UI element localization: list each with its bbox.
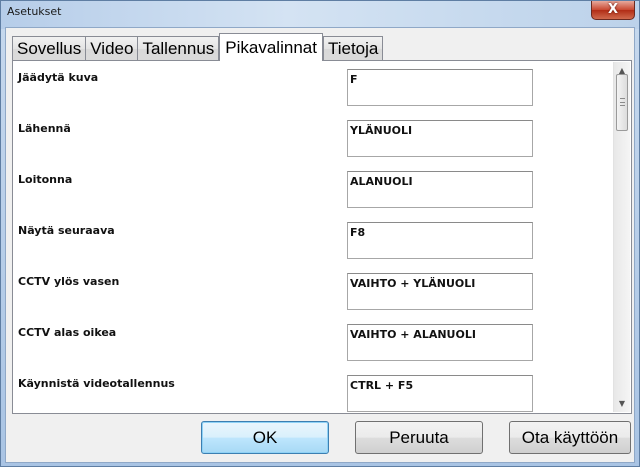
close-icon: X	[607, 2, 619, 17]
shortcut-input-cctv-down-right[interactable]: VAIHTO + ALANUOLI	[347, 324, 533, 361]
tab-tietoja[interactable]: Tietoja	[322, 36, 384, 61]
shortcut-input-start-recording[interactable]: CTRL + F5	[347, 375, 533, 412]
tab-tallennus[interactable]: Tallennus	[137, 36, 220, 61]
shortcut-row-cctv-down-right: CCTV alas oikea VAIHTO + ALANUOLI	[14, 317, 612, 368]
shortcut-input-zoom-out[interactable]: ALANUOLI	[347, 171, 533, 208]
shortcut-input-zoom-in[interactable]: YLÄNUOLI	[347, 120, 533, 157]
scrollbar-thumb[interactable]	[616, 74, 628, 131]
shortcut-label: CCTV alas oikea	[18, 326, 117, 339]
settings-dialog: Asetukset X Sovellus Video Tallennus Pik…	[0, 0, 640, 467]
shortcut-row-show-next: Näytä seuraava F8	[14, 215, 612, 266]
shortcut-row-cctv-up-left: CCTV ylös vasen VAIHTO + YLÄNUOLI	[14, 266, 612, 317]
shortcut-label: CCTV ylös vasen	[18, 275, 120, 288]
shortcut-label: Näytä seuraava	[18, 224, 115, 237]
tab-strip: Sovellus Video Tallennus Pikavalinnat Ti…	[12, 33, 384, 61]
tab-pikavalinnat[interactable]: Pikavalinnat	[219, 33, 323, 61]
shortcut-row-start-recording: Käynnistä videotallennus CTRL + F5	[14, 368, 612, 412]
cancel-button[interactable]: Peruuta	[355, 421, 483, 454]
shortcut-label: Jäädytä kuva	[18, 71, 99, 84]
shortcut-label: Loitonna	[18, 173, 73, 186]
tab-sovellus[interactable]: Sovellus	[12, 36, 87, 61]
close-button[interactable]: X	[591, 1, 635, 20]
dialog-client-area: Sovellus Video Tallennus Pikavalinnat Ti…	[5, 27, 635, 463]
shortcut-row-zoom-out: Loitonna ALANUOLI	[14, 164, 612, 215]
ok-button[interactable]: OK	[201, 421, 329, 454]
shortcut-list: Jäädytä kuva F Lähennä YLÄNUOLI Loitonna…	[14, 62, 612, 412]
shortcut-input-show-next[interactable]: F8	[347, 222, 533, 259]
shortcut-label: Käynnistä videotallennus	[18, 377, 175, 390]
vertical-scrollbar[interactable]: ▲ ▼	[613, 62, 630, 412]
shortcut-input-cctv-up-left[interactable]: VAIHTO + YLÄNUOLI	[347, 273, 533, 310]
grip-icon	[620, 98, 625, 106]
tab-video[interactable]: Video	[85, 36, 139, 61]
shortcut-label: Lähennä	[18, 122, 71, 135]
shortcut-row-zoom-in: Lähennä YLÄNUOLI	[14, 113, 612, 164]
title-bar[interactable]: Asetukset X	[1, 1, 639, 29]
apply-button[interactable]: Ota käyttöön	[509, 421, 631, 454]
shortcut-row-freeze: Jäädytä kuva F	[14, 62, 612, 113]
shortcuts-panel: Jäädytä kuva F Lähennä YLÄNUOLI Loitonna…	[12, 60, 632, 414]
scroll-down-arrow-icon[interactable]: ▼	[614, 395, 630, 412]
window-title: Asetukset	[7, 5, 62, 18]
shortcut-input-freeze[interactable]: F	[347, 69, 533, 106]
